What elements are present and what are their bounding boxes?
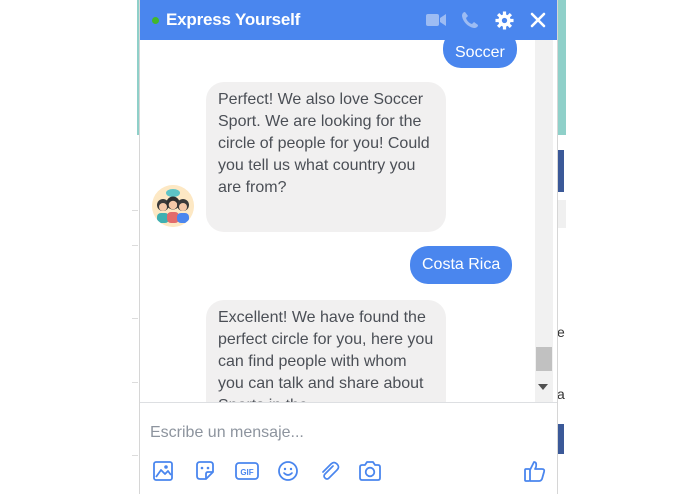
chat-header[interactable]: Express Yourself	[140, 0, 557, 40]
message-text: Soccer	[455, 44, 505, 61]
incoming-message: Excellent! We have found the perfect cir…	[206, 300, 446, 402]
attachment-icon[interactable]	[317, 459, 341, 483]
image-icon[interactable]	[151, 459, 175, 483]
chat-window: Express Yourself Soccer Perfect! We also…	[139, 0, 558, 494]
bot-avatar	[152, 185, 194, 227]
emoji-icon[interactable]	[276, 459, 300, 483]
svg-text:GIF: GIF	[240, 468, 253, 477]
close-icon[interactable]	[528, 10, 548, 30]
background-divider	[132, 382, 138, 383]
background-text: e	[557, 324, 565, 340]
message-list[interactable]: Soccer Perfect! We also love Soccer Spor…	[140, 40, 535, 402]
message-input[interactable]	[150, 421, 510, 445]
online-status-indicator	[152, 17, 159, 24]
phone-icon[interactable]	[460, 10, 480, 30]
background-divider	[132, 455, 138, 456]
message-text: Costa Rica	[422, 256, 501, 273]
background-text: a	[557, 386, 565, 402]
camera-icon[interactable]	[358, 459, 382, 483]
gif-icon[interactable]: GIF	[235, 459, 259, 483]
scroll-down-arrow-icon[interactable]	[538, 384, 548, 390]
message-scrollbar[interactable]	[535, 40, 553, 402]
chat-title[interactable]: Express Yourself	[166, 10, 300, 30]
video-icon[interactable]	[426, 10, 446, 30]
message-text: Excellent! We have found the perfect cir…	[218, 309, 434, 402]
background-divider	[132, 210, 138, 211]
background-divider	[132, 245, 138, 246]
outgoing-message: Soccer	[443, 40, 517, 68]
gear-icon[interactable]	[494, 10, 514, 30]
scrollbar-thumb[interactable]	[536, 347, 552, 371]
outgoing-message: Costa Rica	[410, 246, 513, 284]
like-icon[interactable]	[523, 459, 547, 483]
incoming-message: Perfect! We also love Soccer Sport. We a…	[206, 82, 446, 232]
message-text: Perfect! We also love Soccer Sport. We a…	[218, 91, 430, 196]
sticker-icon[interactable]	[193, 459, 217, 483]
message-composer: GIF	[140, 402, 557, 494]
background-divider	[132, 318, 138, 319]
